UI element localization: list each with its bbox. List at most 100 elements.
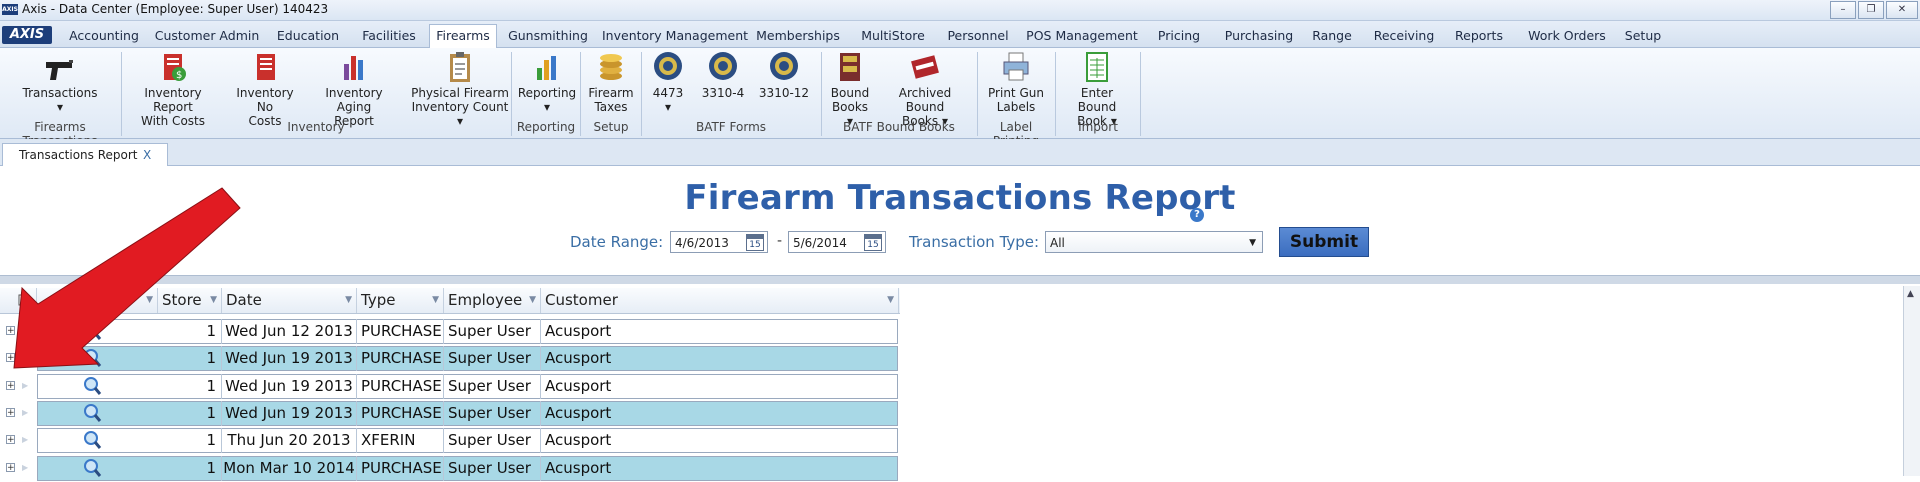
group-label-batf-forms: BATF Forms <box>695 120 767 134</box>
tab-accounting[interactable]: Accounting <box>60 25 148 47</box>
tab-setup[interactable]: Setup <box>1622 25 1664 47</box>
page-title: Firearm Transactions Report <box>684 178 1236 218</box>
date-from-input[interactable]: 4/6/2013 15 <box>670 231 768 253</box>
print-gun-labels-button[interactable]: Print Gun Labels <box>984 50 1048 114</box>
batf-seal-icon <box>654 52 682 80</box>
archived-book-icon <box>911 55 939 79</box>
window-titlebar: AXIS Axis - Data Center (Employee: Super… <box>0 0 1920 21</box>
table-row[interactable]: + ▶ 1 Mon Mar 10 2014 PURCHASE Super User Acus… <box>0 455 900 482</box>
transaction-type-select[interactable]: All ▼ <box>1045 231 1263 253</box>
report-dollar-icon: $ <box>164 54 186 81</box>
transactions-button[interactable]: Transactions ▾ <box>22 50 98 114</box>
submit-button[interactable]: Submit <box>1279 227 1369 257</box>
aging-report-icon <box>344 56 363 80</box>
red-arrow-annotation <box>13 187 241 369</box>
cell-store: 1 <box>158 400 222 426</box>
group-label-inventory: Inventory <box>287 120 345 134</box>
tab-education[interactable]: Education <box>268 25 348 47</box>
table-row[interactable]: + ▶ 1 Thu Jun 20 2013 XFERIN Super User Acuspo… <box>0 427 900 454</box>
tab-customer-admin[interactable]: Customer Admin <box>152 25 262 47</box>
inventory-no-costs-button[interactable]: Inventory No Costs <box>228 50 302 128</box>
row-indicator-icon: ▶ <box>22 407 29 417</box>
cell-employee: Super User <box>444 346 541 372</box>
transaction-type-label: Transaction Type: <box>909 233 1040 251</box>
reporting-button[interactable]: Reporting ▾ <box>517 50 577 114</box>
group-label-reporting: Reporting <box>516 120 576 134</box>
enter-bound-book-button[interactable]: Enter Bound Book ▾ <box>1060 50 1134 128</box>
firearm-taxes-button[interactable]: Firearm Taxes <box>586 50 636 114</box>
app-logo-icon: AXIS <box>2 4 18 15</box>
expand-row-icon[interactable]: + <box>6 407 15 417</box>
cell-type: PURCHASE <box>357 400 444 426</box>
form-3310-4-button[interactable]: 3310-4 <box>700 50 746 100</box>
tab-facilities[interactable]: Facilities <box>352 25 426 47</box>
column-header-customer[interactable]: Customer ▼ <box>541 288 899 313</box>
tab-receiving[interactable]: Receiving <box>1372 25 1436 47</box>
row-indicator-icon: ▶ <box>22 462 29 472</box>
tab-personnel[interactable]: Personnel <box>944 25 1012 47</box>
tab-multistore[interactable]: MultiStore <box>852 25 934 47</box>
close-button[interactable]: ✕ <box>1886 1 1918 19</box>
tab-firearms[interactable]: Firearms <box>429 24 497 49</box>
column-header-employee[interactable]: Employee ▼ <box>444 288 541 313</box>
date-separator: - <box>777 233 783 249</box>
tab-pos-management[interactable]: POS Management <box>1026 25 1138 47</box>
tab-purchasing[interactable]: Purchasing <box>1218 25 1300 47</box>
inventory-aging-report-button[interactable]: Inventory Aging Report <box>308 50 400 128</box>
magnifier-icon[interactable] <box>82 430 102 450</box>
table-row[interactable]: + ▶ 1Wed Jun 19 2013PURCHASESuper UserAcus… <box>0 373 900 400</box>
printer-icon <box>1003 52 1029 81</box>
form-3310-12-button[interactable]: 3310-12 <box>758 50 810 100</box>
date-to-input[interactable]: 5/6/2014 15 <box>788 231 886 253</box>
scroll-up-icon[interactable]: ▲ <box>1907 289 1914 299</box>
help-icon[interactable]: ? <box>1190 208 1204 222</box>
calendar-icon[interactable]: 15 <box>746 234 764 251</box>
tab-work-orders[interactable]: Work Orders <box>1522 25 1612 47</box>
cell-date: Wed Jun 19 2013 <box>222 373 357 399</box>
archived-bound-books-button[interactable]: Archived Bound Books ▾ <box>880 50 970 128</box>
row-indicator-icon: ▶ <box>22 380 29 390</box>
tab-range[interactable]: Range <box>1310 25 1354 47</box>
cell-customer: Acusport <box>545 322 612 340</box>
filter-icon[interactable]: ▼ <box>887 288 894 313</box>
form-4473-button[interactable]: 4473 ▾ <box>648 50 688 114</box>
filter-icon[interactable]: ▼ <box>345 288 352 313</box>
chevron-down-icon: ▼ <box>1249 238 1256 248</box>
expand-row-icon[interactable]: + <box>6 462 15 472</box>
cell-store: 1 <box>158 455 222 481</box>
cell-customer: Acusport <box>545 403 612 422</box>
filter-icon[interactable]: ▼ <box>432 288 439 313</box>
magnifier-icon[interactable] <box>82 376 102 396</box>
expand-row-icon[interactable]: + <box>6 380 15 390</box>
magnifier-icon[interactable] <box>82 403 102 423</box>
spreadsheet-icon <box>1086 52 1108 82</box>
document-tabbar: Transactions Report X <box>0 139 1920 166</box>
tab-transactions-report[interactable]: Transactions Report X <box>2 143 168 166</box>
tab-close-button[interactable]: X <box>143 144 151 166</box>
filter-icon[interactable]: ▼ <box>529 288 536 313</box>
tab-gunsmithing[interactable]: Gunsmithing <box>502 25 594 47</box>
tab-reports[interactable]: Reports <box>1452 25 1506 47</box>
tab-inventory-management[interactable]: Inventory Management <box>602 25 748 47</box>
cell-customer: Acusport <box>545 431 612 450</box>
restore-button[interactable]: ❐ <box>1858 1 1884 19</box>
table-row[interactable]: + ▶ 1Wed Jun 19 2013PURCHASESuper UserAcus… <box>0 400 900 427</box>
cell-employee: Super User <box>444 400 541 426</box>
minimize-button[interactable]: – <box>1830 1 1856 19</box>
tab-pricing[interactable]: Pricing <box>1152 25 1206 47</box>
vertical-scrollbar[interactable]: ▲ <box>1903 286 1920 476</box>
tab-memberships[interactable]: Memberships <box>752 25 844 47</box>
cell-customer: Acusport <box>545 458 612 477</box>
cell-employee: Super User <box>444 319 541 344</box>
menubar: AXIS Accounting Customer Admin Education… <box>0 21 1920 49</box>
calendar-icon[interactable]: 15 <box>864 234 882 251</box>
magnifier-icon[interactable] <box>82 458 102 478</box>
ribbon: Transactions ▾ $ Inventory Report With Cos… <box>0 48 1920 148</box>
column-header-type[interactable]: Type ▼ <box>357 288 444 313</box>
transaction-type-value: All <box>1050 236 1065 250</box>
cell-customer: Acusport <box>545 349 612 368</box>
physical-firearm-inventory-count-button[interactable]: Physical Firearm Inventory Count ▾ <box>410 50 510 128</box>
expand-row-icon[interactable]: + <box>6 435 15 445</box>
inventory-report-with-costs-button[interactable]: $ Inventory Report With Costs <box>124 50 222 128</box>
bound-books-button[interactable]: Bound Books ▾ <box>828 50 872 128</box>
